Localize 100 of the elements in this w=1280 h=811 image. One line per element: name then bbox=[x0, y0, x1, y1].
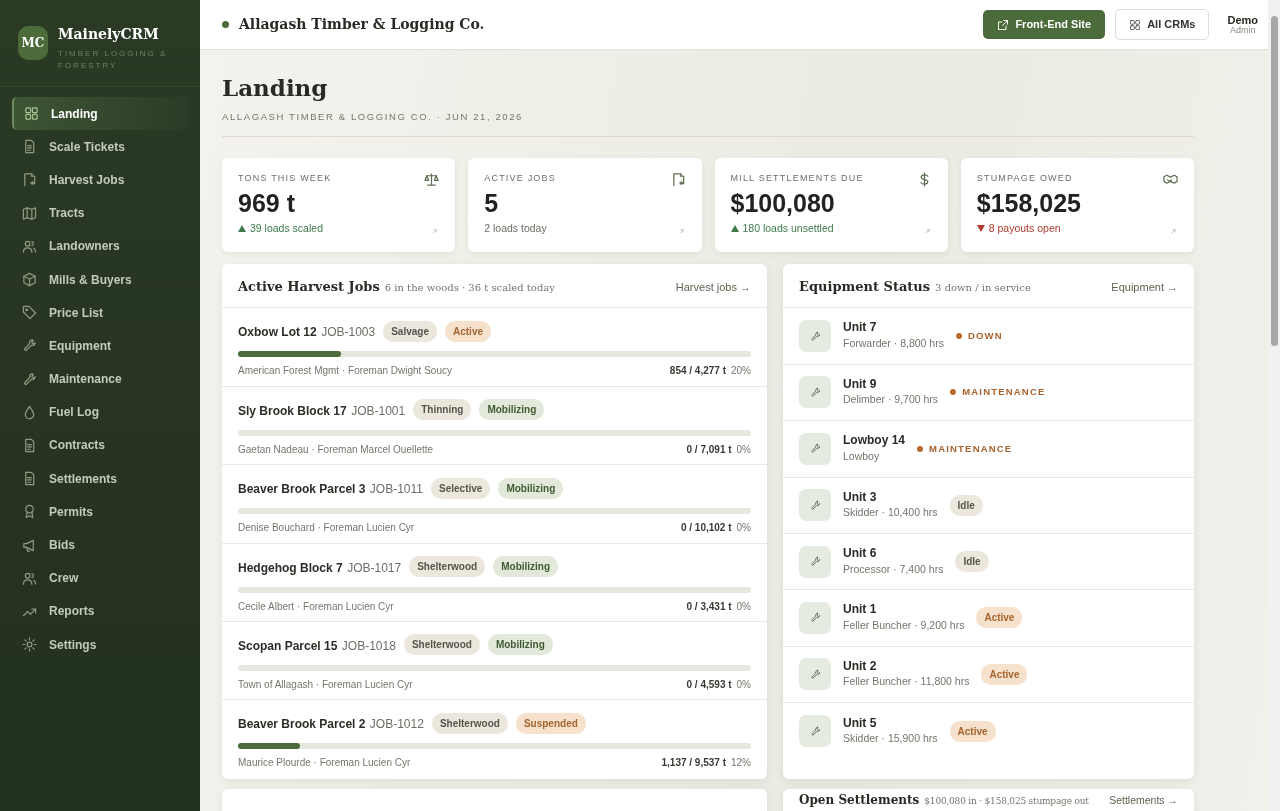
tag: Selective bbox=[431, 477, 491, 499]
stat-label: MILL SETTLEMENTS DUE bbox=[730, 171, 864, 185]
ribbon-icon bbox=[22, 504, 37, 520]
flag-icon bbox=[22, 172, 37, 188]
job-tons: 0 / 3,431 t bbox=[686, 599, 732, 614]
triangle-icon bbox=[238, 224, 246, 232]
panel-title: Equipment Status bbox=[799, 277, 931, 296]
equipment-name: Unit 7 bbox=[843, 320, 878, 336]
sidebar-item[interactable]: Fuel Log bbox=[12, 395, 188, 429]
stat-value: 5 bbox=[484, 188, 500, 218]
sidebar-item[interactable]: Crew bbox=[12, 561, 188, 595]
job-name: Sly Brook Block 17 JOB-1001 bbox=[238, 402, 406, 420]
status-dot bbox=[917, 445, 923, 452]
sidebar-item[interactable]: Landing bbox=[12, 97, 188, 131]
sidebar-item[interactable]: Equipment bbox=[12, 329, 188, 363]
panel-subtitle: 3 down / in service bbox=[935, 280, 1031, 295]
job-percent: 20% bbox=[731, 364, 751, 379]
panel-link[interactable]: Harvest jobs → bbox=[675, 278, 751, 296]
panel-link[interactable]: Equipment → bbox=[1111, 278, 1178, 296]
tag: Thinning bbox=[413, 399, 472, 421]
map-icon bbox=[22, 205, 37, 221]
status-dot bbox=[950, 389, 957, 396]
equipment-status: Active bbox=[949, 720, 996, 742]
panel-link[interactable]: Settlements → bbox=[1109, 792, 1178, 809]
sidebar-item[interactable]: Scale Tickets bbox=[12, 130, 188, 164]
sidebar-item[interactable]: Mills & Buyers bbox=[12, 262, 188, 297]
stat-value: $158,025 bbox=[976, 188, 1083, 218]
sidebar-item[interactable]: Contracts bbox=[12, 428, 188, 463]
equipment-detail: Feller Buncher · 11,800 hrs bbox=[843, 674, 970, 690]
job-tons: 1,137 / 9,537 t bbox=[661, 756, 726, 771]
job-people: American Forest Mgmt · Foreman Dwight Soucy bbox=[238, 364, 452, 379]
triangle-icon bbox=[730, 224, 739, 232]
wrench-icon bbox=[22, 338, 37, 354]
page-subtitle: ALLAGASH TIMBER & LOGGING CO. · JUN 21, 2026 bbox=[222, 109, 1194, 137]
equipment-status: DOWN bbox=[967, 328, 1003, 343]
tag: Shelterwood bbox=[403, 634, 480, 656]
tag: Mobilizing bbox=[487, 634, 553, 656]
job-name: Scopan Parcel 15 JOB-1018 bbox=[238, 637, 396, 655]
equipment-name: Unit 3 bbox=[843, 489, 878, 506]
wrench-icon bbox=[809, 556, 821, 568]
job-name: Beaver Brook Parcel 3 JOB-1011 bbox=[238, 481, 423, 499]
sidebar-item[interactable]: Maintenance bbox=[12, 362, 188, 396]
equipment-detail: Lowboy bbox=[843, 448, 881, 464]
stat-value: 969 t bbox=[238, 188, 296, 218]
triangle-icon bbox=[976, 224, 985, 232]
panel-subtitle: $100,080 in · $158,025 stumpage out bbox=[924, 794, 1089, 808]
brand-tagline: TIMBER LOGGING & FORESTRY bbox=[58, 48, 168, 72]
external-link-icon bbox=[997, 18, 1010, 31]
sidebar-item[interactable]: Tracts bbox=[12, 196, 188, 230]
job-name: Hedgehog Block 7 JOB-1017 bbox=[238, 559, 402, 577]
settings-icon bbox=[22, 637, 37, 653]
equipment-detail: Skidder · 10,400 hrs bbox=[843, 505, 938, 521]
job-name: Oxbow Lot 12 JOB-1003 bbox=[238, 324, 376, 342]
sidebar-item[interactable]: Harvest Jobs bbox=[12, 163, 188, 197]
job-percent: 0% bbox=[736, 521, 751, 536]
equipment-detail: Delimber · 9,700 hrs bbox=[843, 392, 939, 408]
panel-title: Open Settlements bbox=[799, 791, 920, 809]
equipment-status: Idle bbox=[955, 551, 989, 573]
job-tons: 0 / 4,593 t bbox=[686, 677, 732, 692]
job-people: Denise Bouchard · Foreman Lucien Cyr bbox=[238, 521, 415, 536]
wrench-icon bbox=[809, 499, 821, 511]
sidebar-item[interactable]: Settings bbox=[12, 628, 188, 662]
job-people: Gaetan Nadeau · Foreman Marcel Ouellette bbox=[238, 442, 434, 457]
sidebar-item[interactable]: Landowners bbox=[12, 229, 188, 263]
tag: Shelterwood bbox=[409, 556, 486, 577]
equipment-name: Unit 6 bbox=[843, 545, 878, 562]
equipment-detail: Processor · 7,400 hrs bbox=[843, 561, 944, 577]
job-percent: 0% bbox=[736, 677, 751, 692]
job-name: Beaver Brook Parcel 2 JOB-1012 bbox=[238, 716, 424, 734]
page-title: Landing bbox=[222, 74, 329, 102]
sidebar-item[interactable]: Permits bbox=[12, 495, 188, 529]
grid-icon bbox=[1129, 18, 1142, 31]
tag: Active bbox=[445, 320, 491, 342]
status-dot bbox=[222, 21, 229, 28]
equipment-detail: Feller Buncher · 9,200 hrs bbox=[843, 617, 965, 633]
scale-icon bbox=[424, 171, 440, 187]
stat-note: 8 payouts open bbox=[988, 220, 1061, 236]
panel-subtitle: 6 in the woods · 36 t scaled today bbox=[384, 280, 555, 295]
stat-label: STUMPAGE OWED bbox=[976, 171, 1073, 185]
header-button[interactable]: All CRMs bbox=[1115, 9, 1210, 40]
user-role: Admin bbox=[1228, 25, 1257, 36]
sidebar-item[interactable]: Reports bbox=[12, 594, 188, 628]
sidebar-item[interactable]: Price List bbox=[12, 296, 188, 330]
equipment-detail: Forwarder · 8,800 hrs bbox=[843, 335, 944, 351]
wrench-icon bbox=[22, 371, 37, 387]
job-people: Town of Allagash · Foreman Lucien Cyr bbox=[238, 677, 413, 692]
stat-value: $100,080 bbox=[730, 188, 836, 218]
header-button[interactable]: Front-End Site bbox=[983, 10, 1106, 39]
user-name: Demo bbox=[1227, 13, 1258, 26]
wrench-icon bbox=[809, 612, 821, 624]
tag: Suspended bbox=[515, 712, 586, 734]
sidebar-item[interactable]: Settlements bbox=[12, 462, 188, 496]
arrow-icon bbox=[1169, 227, 1178, 237]
scrollbar-thumb[interactable] bbox=[1271, 16, 1278, 346]
equipment-name: Unit 2 bbox=[843, 658, 878, 675]
company-name: Allagash Timber & Logging Co. bbox=[239, 15, 485, 34]
equipment-status: MAINTENANCE bbox=[929, 441, 1013, 456]
job-percent: 0% bbox=[736, 442, 751, 457]
sidebar-item[interactable]: Bids bbox=[12, 528, 188, 562]
scrollbar[interactable] bbox=[1268, 0, 1280, 811]
